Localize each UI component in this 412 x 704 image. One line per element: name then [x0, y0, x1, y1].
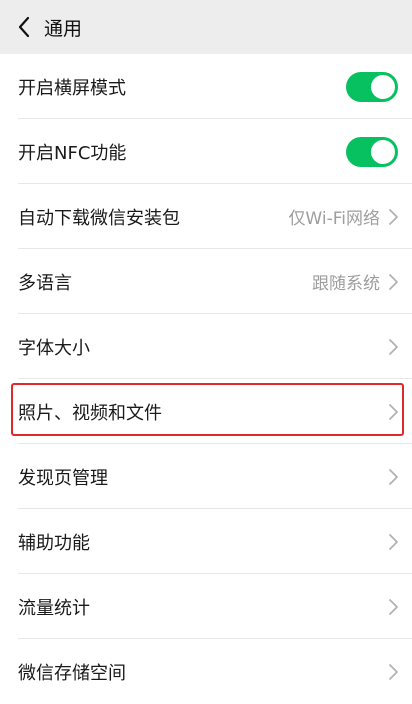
- chevron-right-icon: [389, 598, 398, 615]
- setting-label: 流量统计: [18, 597, 90, 619]
- setting-label: 照片、视频和文件: [18, 402, 162, 424]
- setting-label: 辅助功能: [18, 532, 90, 554]
- setting-label: 发现页管理: [18, 467, 108, 489]
- back-button[interactable]: [4, 0, 44, 54]
- setting-label: 多语言: [18, 272, 72, 294]
- page-title: 通用: [44, 17, 83, 40]
- landscape-mode-toggle[interactable]: [346, 71, 398, 102]
- setting-row-nfc[interactable]: 开启NFC功能: [0, 119, 412, 184]
- setting-row-landscape-mode[interactable]: 开启横屏模式: [0, 54, 412, 119]
- chevron-right-icon: [389, 403, 398, 420]
- settings-list: 开启横屏模式 开启NFC功能 自动下载微信安装包 仅Wi-Fi网络 多语言 跟随…: [0, 54, 412, 704]
- chevron-right-icon: [389, 338, 398, 355]
- setting-row-storage[interactable]: 微信存储空间: [0, 639, 412, 704]
- chevron-right-icon: [389, 208, 398, 225]
- setting-row-data-usage[interactable]: 流量统计: [0, 574, 412, 639]
- setting-label: 开启NFC功能: [18, 142, 127, 164]
- toggle-knob: [371, 139, 395, 164]
- setting-label: 字体大小: [18, 337, 90, 359]
- toggle-knob: [371, 74, 395, 99]
- nfc-toggle[interactable]: [346, 136, 398, 167]
- chevron-left-icon: [18, 16, 30, 38]
- setting-row-language[interactable]: 多语言 跟随系统: [0, 249, 412, 314]
- setting-label: 微信存储空间: [18, 662, 126, 684]
- chevron-right-icon: [389, 663, 398, 680]
- setting-value: 跟随系统: [312, 274, 380, 294]
- setting-row-photos-videos-files[interactable]: 照片、视频和文件: [0, 379, 412, 444]
- setting-row-discover-management[interactable]: 发现页管理: [0, 444, 412, 509]
- setting-row-auto-download[interactable]: 自动下载微信安装包 仅Wi-Fi网络: [0, 184, 412, 249]
- chevron-right-icon: [389, 273, 398, 290]
- nav-bar: 通用: [0, 0, 412, 54]
- chevron-right-icon: [389, 533, 398, 550]
- setting-row-font-size[interactable]: 字体大小: [0, 314, 412, 379]
- setting-label: 开启横屏模式: [18, 77, 126, 99]
- chevron-right-icon: [389, 468, 398, 485]
- setting-row-accessibility[interactable]: 辅助功能: [0, 509, 412, 574]
- setting-value: 仅Wi-Fi网络: [288, 209, 380, 229]
- setting-label: 自动下载微信安装包: [18, 207, 180, 229]
